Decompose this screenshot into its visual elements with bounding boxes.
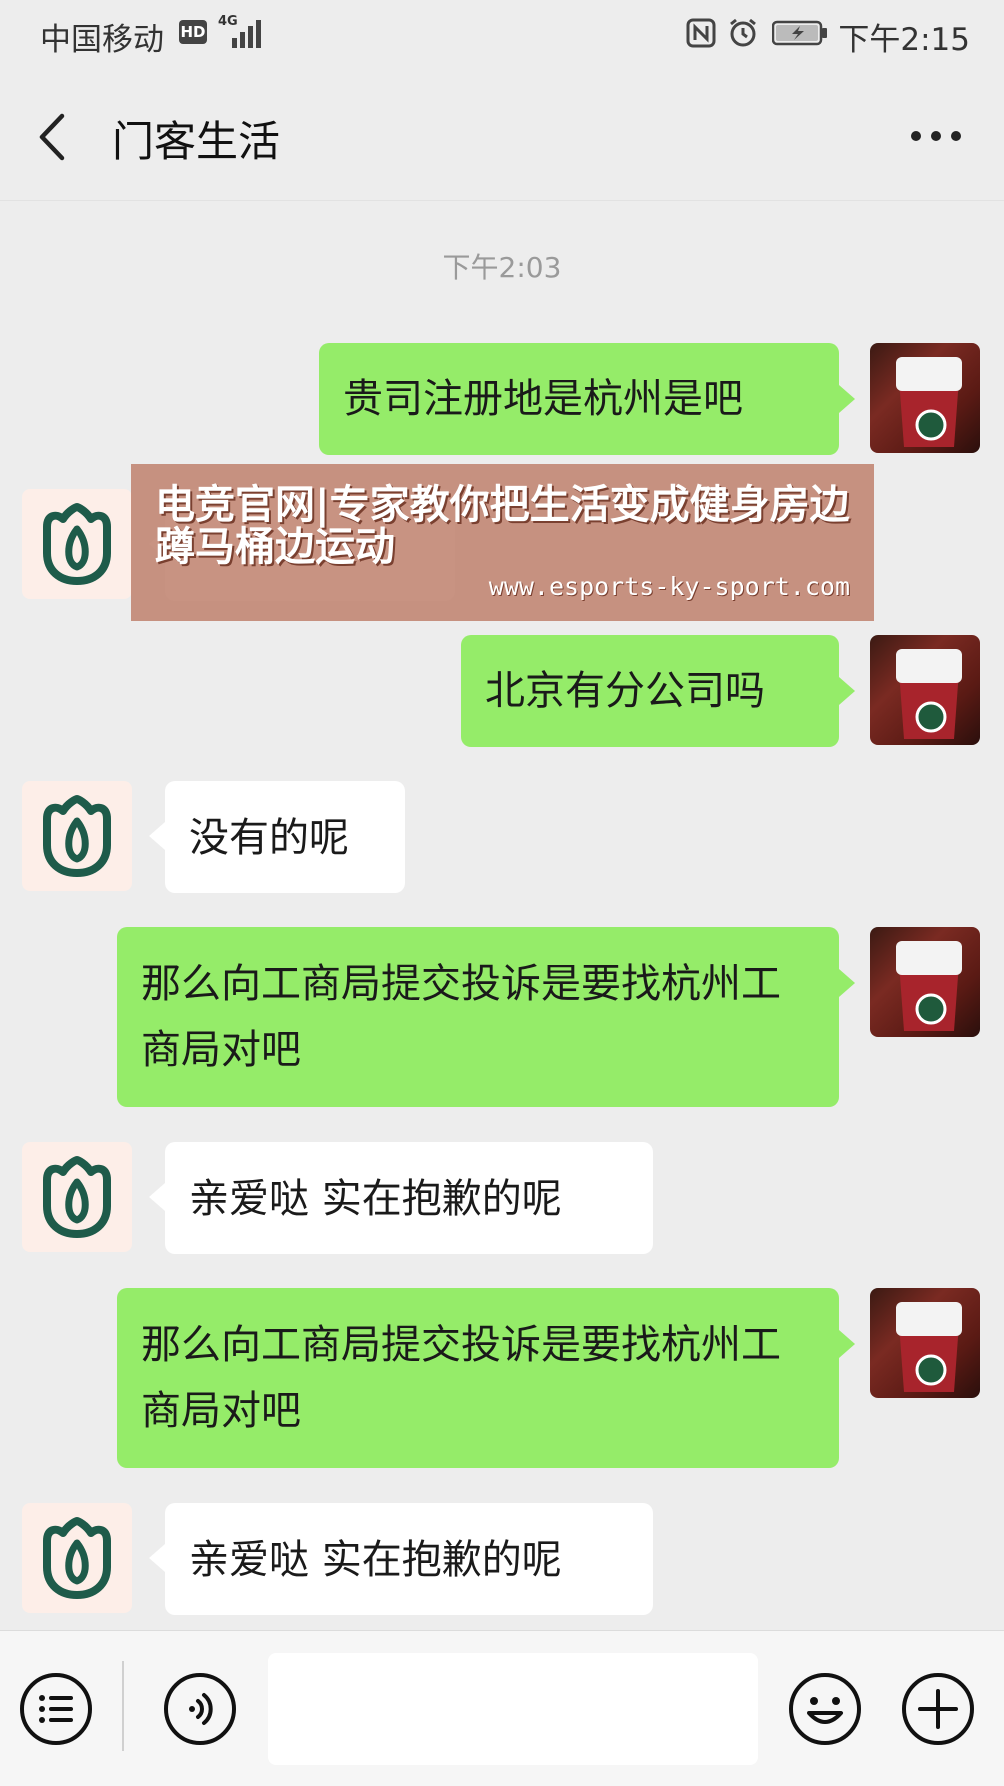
bubble-tail (839, 969, 855, 997)
status-bar: 中国移动 HD 4G 下午2:15 (0, 0, 1004, 70)
contact-avatar[interactable] (22, 1503, 132, 1613)
tulip-logo-icon (43, 1156, 111, 1238)
cup-image-icon (896, 1302, 962, 1392)
user-avatar[interactable] (870, 635, 980, 745)
bubble-tail (149, 1183, 165, 1211)
user-avatar[interactable] (870, 343, 980, 453)
outgoing-message-bubble[interactable]: 贵司注册地是杭州是吧 (319, 343, 839, 455)
chat-title: 门客生活 (112, 117, 281, 166)
bubble-tail (149, 1544, 165, 1572)
contact-avatar[interactable] (22, 489, 132, 599)
outgoing-message-bubble[interactable]: 那么向工商局提交投诉是要找杭州工商局对吧 (117, 1288, 839, 1468)
chat-timestamp: 下午2:03 (442, 251, 562, 284)
message-input[interactable] (268, 1653, 758, 1765)
cup-image-icon (896, 357, 962, 447)
incoming-message-bubble[interactable]: 亲爱哒 实在抱歉的呢 (165, 1503, 653, 1615)
cup-image-icon (896, 941, 962, 1031)
battery-charging-icon (772, 20, 827, 46)
incoming-message-bubble[interactable]: 没有的呢 (165, 781, 405, 893)
contact-avatar[interactable] (22, 1142, 132, 1252)
outgoing-message-bubble[interactable]: 那么向工商局提交投诉是要找杭州工商局对吧 (117, 927, 839, 1107)
watermark-overlay: 电竞官网|专家教你把生活变成健身房边蹲马桶边运动 www.esports-ky-… (131, 464, 874, 621)
emoji-icon[interactable] (787, 1671, 863, 1747)
user-avatar[interactable] (870, 927, 980, 1037)
bubble-tail (149, 822, 165, 850)
tulip-logo-icon (43, 503, 111, 585)
input-bar (0, 1630, 1004, 1786)
voice-icon[interactable] (162, 1671, 238, 1747)
cup-image-icon (896, 649, 962, 739)
watermark-url: www.esports-ky-sport.com (488, 572, 850, 601)
carrier-label: 中国移动 (40, 22, 164, 58)
clock-label: 下午2:15 (838, 22, 970, 58)
bubble-tail (839, 385, 855, 413)
bubble-tail (839, 1330, 855, 1358)
tulip-logo-icon (43, 1517, 111, 1599)
plus-icon[interactable] (900, 1671, 976, 1747)
chevron-left-icon[interactable] (28, 110, 78, 164)
list-menu-icon[interactable] (18, 1671, 94, 1747)
hd-badge: HD (179, 20, 207, 44)
toolbar-divider (122, 1661, 124, 1751)
tulip-logo-icon (43, 795, 111, 877)
user-avatar[interactable] (870, 1288, 980, 1398)
signal-icon (232, 20, 261, 48)
incoming-message-bubble[interactable]: 亲爱哒 实在抱歉的呢 (165, 1142, 653, 1254)
outgoing-message-bubble[interactable]: 北京有分公司吗 (461, 635, 839, 747)
watermark-title: 电竞官网|专家教你把生活变成健身房边蹲马桶边运动 (155, 482, 850, 570)
chat-header: 门客生活 (0, 70, 1004, 201)
contact-avatar[interactable] (22, 781, 132, 891)
bubble-tail (839, 677, 855, 705)
nfc-icon (686, 18, 716, 48)
more-dots-icon[interactable] (908, 126, 964, 146)
alarm-icon (730, 18, 756, 47)
